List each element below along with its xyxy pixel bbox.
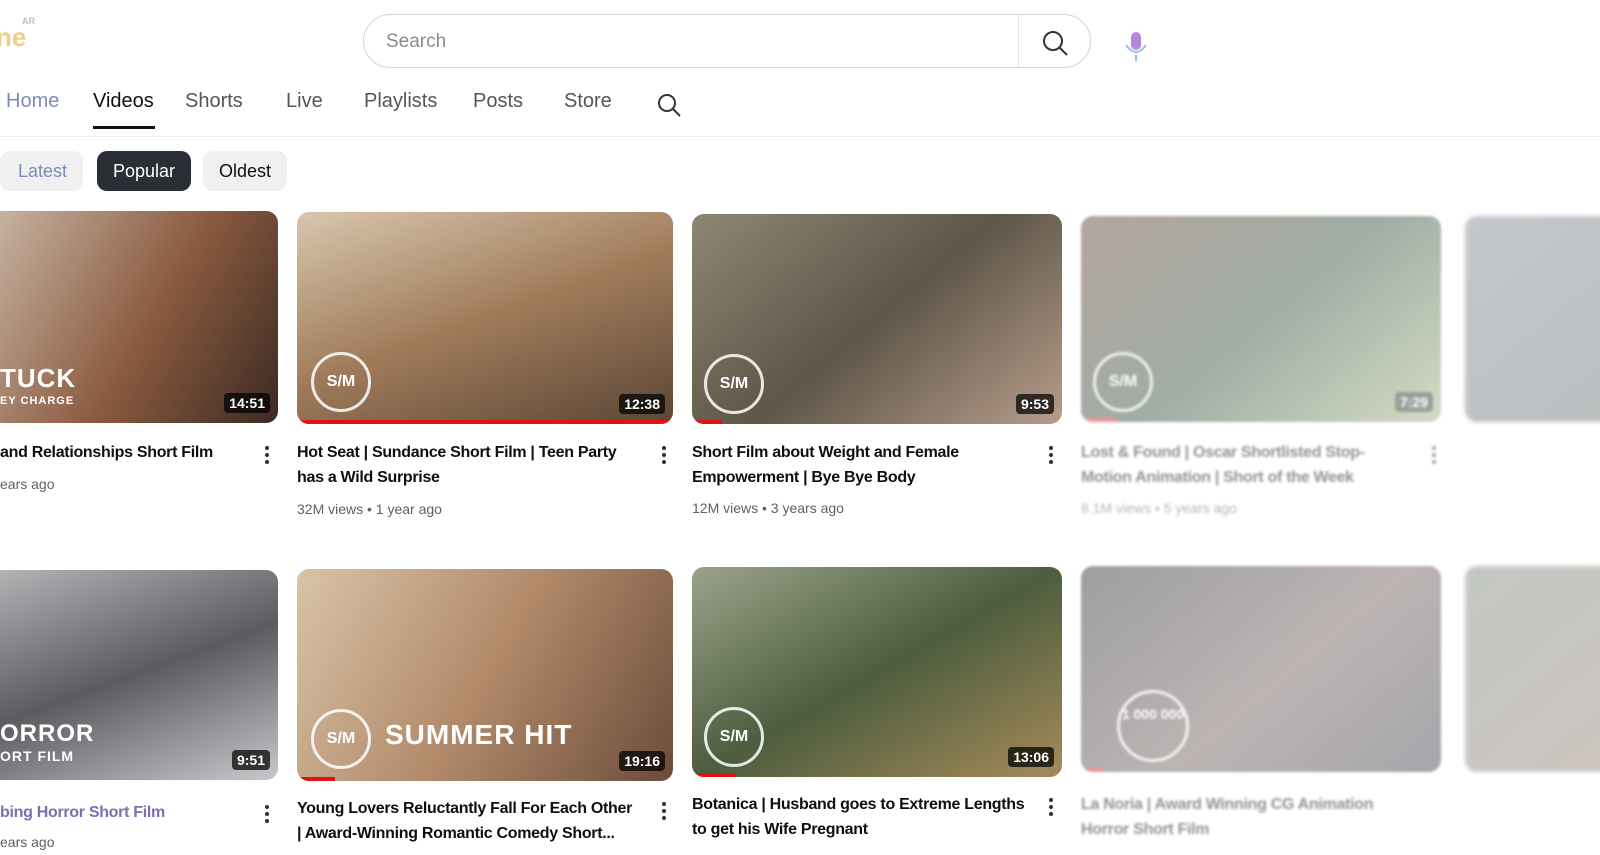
tab-videos[interactable]: Videos bbox=[93, 90, 154, 113]
thumbnail-overlay-text: ORROR bbox=[0, 720, 95, 747]
video-thumbnail[interactable] bbox=[1465, 566, 1600, 772]
video-duration: 7:29 bbox=[1394, 392, 1433, 412]
channel-tabs: Home Videos Shorts Live Playlists Posts … bbox=[0, 80, 1600, 137]
filter-latest[interactable]: Latest bbox=[0, 151, 84, 191]
video-title[interactable]: Hot Seat | Sundance Short Film | Teen Pa… bbox=[297, 440, 617, 490]
video-thumbnail[interactable]: 1 000 000 bbox=[1081, 566, 1441, 772]
video-title[interactable]: Short Film about Weight and Female Empowe… bbox=[692, 440, 959, 490]
video-meta: 32M views • 1 year ago bbox=[297, 501, 442, 517]
watch-progress-bar bbox=[297, 420, 673, 424]
filter-popular[interactable]: Popular bbox=[97, 151, 192, 191]
video-title[interactable]: La Noria | Award Winning CG Animation Hor… bbox=[1081, 792, 1374, 842]
video-meta: 12M views • 3 years ago bbox=[692, 500, 844, 516]
search-divider bbox=[1018, 15, 1019, 67]
video-duration: 13:06 bbox=[1008, 747, 1054, 767]
studio-badge-icon: S/M bbox=[311, 709, 371, 769]
thumbnail-overlay-text: SUMMER HIT bbox=[385, 719, 573, 750]
tab-store[interactable]: Store bbox=[564, 90, 612, 113]
video-duration: 9:53 bbox=[1015, 394, 1054, 414]
tab-posts[interactable]: Posts bbox=[473, 90, 523, 113]
search-input[interactable] bbox=[384, 25, 998, 59]
video-thumbnail[interactable]: TUCK EY CHARGE 14:51 bbox=[0, 211, 278, 423]
video-meta: ears ago bbox=[0, 476, 55, 492]
tab-shorts[interactable]: Shorts bbox=[185, 90, 243, 113]
watch-progress-bar bbox=[1081, 768, 1103, 772]
studio-badge-icon: S/M bbox=[704, 707, 764, 767]
more-options-icon[interactable] bbox=[654, 443, 674, 471]
more-options-icon[interactable] bbox=[1424, 443, 1444, 471]
video-thumbnail[interactable] bbox=[1465, 216, 1600, 422]
search-bar bbox=[363, 14, 1091, 68]
video-thumbnail[interactable]: S/M 12:38 bbox=[297, 212, 673, 424]
studio-badge-icon: S/M bbox=[311, 352, 371, 412]
video-duration: 12:38 bbox=[619, 394, 665, 414]
watch-progress-bar bbox=[692, 773, 737, 777]
thumbnail-overlay-text: TUCK bbox=[0, 363, 77, 393]
tab-live[interactable]: Live bbox=[286, 90, 323, 113]
video-thumbnail[interactable]: S/M 9:53 bbox=[692, 214, 1062, 424]
video-duration: 14:51 bbox=[224, 393, 270, 413]
studio-badge-icon: S/M bbox=[704, 354, 764, 414]
thumbnail-overlay-subtext: EY CHARGE bbox=[0, 395, 75, 407]
video-thumbnail[interactable]: S/M 13:06 bbox=[692, 567, 1062, 777]
video-thumbnail[interactable]: S/M 7:29 bbox=[1081, 216, 1441, 422]
more-options-icon[interactable] bbox=[257, 443, 277, 471]
thumbnail-overlay-subtext: ORT FILM bbox=[0, 748, 75, 764]
channel-search-icon[interactable] bbox=[656, 92, 682, 118]
more-options-icon[interactable] bbox=[654, 799, 674, 827]
more-options-icon[interactable] bbox=[257, 802, 277, 830]
video-title[interactable]: and Relationships Short Film bbox=[0, 440, 213, 465]
milestone-badge-icon: 1 000 000 bbox=[1117, 690, 1189, 762]
search-icon[interactable] bbox=[1040, 28, 1070, 58]
video-meta: 8.1M views • 5 years ago bbox=[1081, 500, 1237, 516]
video-title[interactable]: Botanica | Husband goes to Extreme Lengt… bbox=[692, 792, 1025, 842]
video-thumbnail[interactable]: S/M SUMMER HIT 19:16 bbox=[297, 569, 673, 781]
watch-progress-bar bbox=[692, 420, 722, 424]
active-tab-indicator bbox=[93, 126, 155, 129]
video-meta: ears ago bbox=[0, 834, 55, 850]
video-title[interactable]: Lost & Found | Oscar Shortlisted Stop- Mo… bbox=[1081, 440, 1365, 490]
more-options-icon[interactable] bbox=[1041, 443, 1061, 471]
watch-progress-bar bbox=[1081, 418, 1117, 422]
microphone-icon[interactable] bbox=[1121, 30, 1151, 64]
watch-progress-bar bbox=[297, 777, 335, 781]
channel-logo[interactable]: ne AR bbox=[0, 16, 35, 53]
video-duration: 19:16 bbox=[619, 751, 665, 771]
more-options-icon[interactable] bbox=[1041, 795, 1061, 823]
filter-oldest[interactable]: Oldest bbox=[203, 151, 288, 191]
studio-badge-icon: S/M bbox=[1093, 352, 1153, 412]
tab-playlists[interactable]: Playlists bbox=[364, 90, 437, 113]
video-title[interactable]: bing Horror Short Film bbox=[0, 800, 165, 825]
video-thumbnail[interactable]: ORROR ORT FILM 9:51 bbox=[0, 570, 278, 780]
tab-home[interactable]: Home bbox=[6, 90, 59, 113]
video-title[interactable]: Young Lovers Reluctantly Fall For Each O… bbox=[297, 796, 632, 846]
video-duration: 9:51 bbox=[231, 750, 270, 770]
